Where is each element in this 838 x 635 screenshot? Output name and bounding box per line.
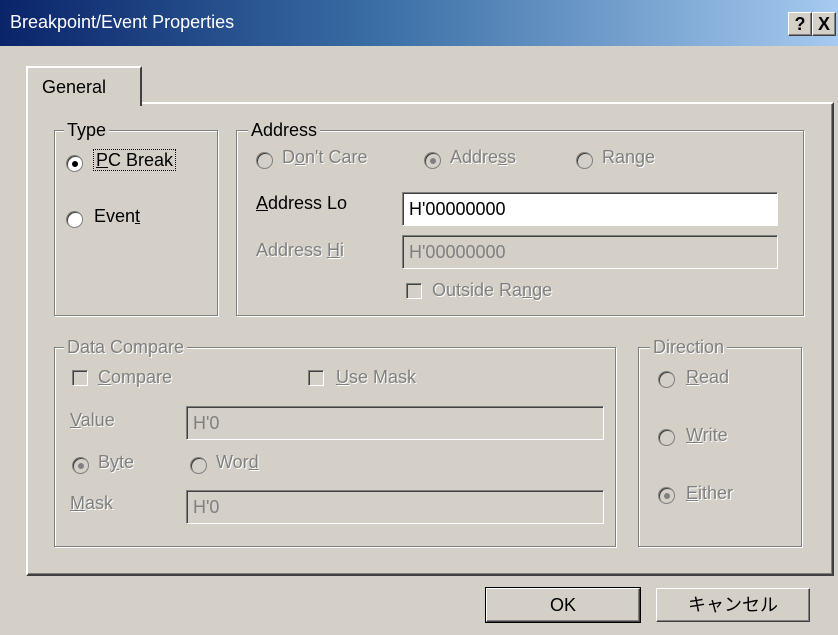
help-button[interactable]: ?: [788, 12, 812, 36]
dont-care-label[interactable]: Don't Care: [282, 147, 367, 168]
event-radio[interactable]: [66, 211, 83, 228]
window-title: Breakpoint/Event Properties: [10, 12, 235, 32]
compare-checkbox[interactable]: [72, 370, 88, 386]
close-icon: X: [817, 14, 830, 34]
mask-input[interactable]: [186, 490, 604, 524]
data-compare-legend: Data Compare: [64, 337, 188, 358]
title-bar[interactable]: Breakpoint/Event Properties ? X: [0, 0, 838, 46]
write-radio[interactable]: [658, 429, 675, 446]
type-group-legend: Type: [64, 120, 110, 141]
use-mask-checkbox[interactable]: [308, 370, 324, 386]
ok-button[interactable]: OK: [485, 587, 641, 623]
pc-break-radio[interactable]: [66, 155, 83, 172]
event-label[interactable]: Event: [94, 206, 140, 227]
outside-range-checkbox[interactable]: [406, 283, 422, 299]
tab-general-label: General: [42, 77, 107, 97]
address-mode-radio[interactable]: [424, 152, 441, 169]
write-label[interactable]: Write: [686, 425, 728, 446]
value-label: Value: [70, 410, 115, 430]
help-icon: ?: [794, 14, 806, 34]
value-input[interactable]: [186, 406, 604, 440]
address-group-legend: Address: [248, 120, 321, 141]
address-hi-label: Address Hi: [256, 240, 345, 260]
byte-label[interactable]: Byte: [98, 452, 134, 473]
range-radio[interactable]: [576, 152, 593, 169]
word-radio[interactable]: [190, 457, 207, 474]
cancel-button[interactable]: キャンセル: [656, 588, 810, 622]
read-label[interactable]: Read: [686, 367, 729, 388]
pc-break-label[interactable]: PC Break: [92, 149, 177, 171]
compare-label[interactable]: Compare: [98, 367, 172, 388]
either-label[interactable]: Either: [686, 483, 733, 504]
address-mode-label[interactable]: Address: [450, 147, 516, 168]
outside-range-label[interactable]: Outside Range: [432, 280, 552, 301]
mask-label: Mask: [70, 493, 114, 513]
byte-radio[interactable]: [72, 457, 89, 474]
dont-care-radio[interactable]: [256, 152, 273, 169]
either-radio[interactable]: [658, 487, 675, 504]
range-label[interactable]: Range: [602, 147, 655, 168]
read-radio[interactable]: [658, 371, 675, 388]
use-mask-label[interactable]: Use Mask: [336, 367, 416, 388]
word-label[interactable]: Word: [216, 452, 259, 473]
close-button[interactable]: X: [812, 12, 836, 36]
address-hi-input[interactable]: [402, 235, 778, 269]
address-lo-label: Address Lo: [256, 193, 348, 213]
direction-legend: Direction: [650, 337, 728, 358]
address-lo-input[interactable]: [402, 192, 778, 226]
tab-general[interactable]: General: [26, 66, 142, 106]
